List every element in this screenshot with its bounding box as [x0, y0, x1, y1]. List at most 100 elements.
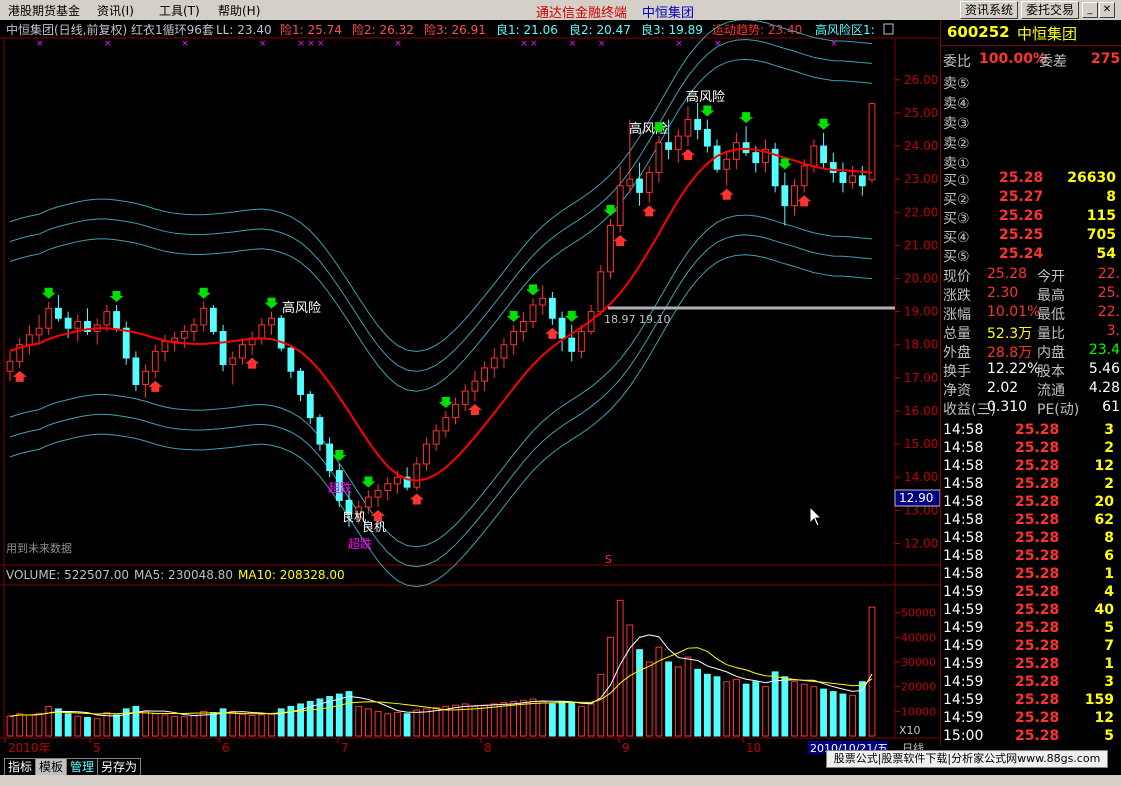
menu-item-tools[interactable]: 工具(T): [159, 2, 200, 19]
info-system-button[interactable]: 资讯系统: [960, 1, 1018, 19]
tick-row: 14:58 25.28 8: [941, 530, 1121, 549]
candle-body: [539, 297, 547, 306]
trade-order-button[interactable]: 委托交易: [1021, 1, 1079, 19]
volume-bar: [684, 656, 692, 737]
tick-price: 25.28: [1015, 620, 1060, 636]
volume-bar: [674, 666, 682, 737]
volume-bar: [209, 712, 217, 737]
stat-value: 4.28: [1088, 380, 1120, 396]
menu-item-info[interactable]: 资讯(I): [97, 2, 134, 19]
volume-bar: [694, 668, 702, 737]
tick-price: 25.28: [1015, 692, 1060, 708]
price-tick-label: 23.00: [904, 172, 938, 186]
price-tick-label: 22.00: [904, 205, 938, 219]
candle-body: [703, 128, 711, 147]
candle-body: [820, 145, 827, 164]
stat-value: 25.: [1097, 285, 1120, 301]
tab-save-as[interactable]: 另存为: [97, 758, 142, 776]
stat-value: 25.28: [987, 266, 1028, 282]
candle-body: [442, 417, 450, 432]
stat-value: 2.30: [987, 285, 1019, 301]
tick-time: 14:58: [943, 422, 984, 438]
tab-template[interactable]: 模板: [35, 758, 68, 776]
stat-row: 净资 2.02 流通 4.28: [941, 380, 1121, 399]
sell-label: 卖③: [943, 116, 970, 132]
kline-chart[interactable]: 中恒集团(日线,前复权) 红衣1循环96套 LL: 23.40 险1: 25.7…: [0, 20, 940, 766]
volume-bar: [839, 693, 847, 737]
volume-bar: [829, 691, 837, 737]
signal-x-mark: ×: [530, 39, 538, 49]
price-tick-label: 15.00: [904, 437, 938, 451]
tick-price: 25.28: [1015, 656, 1060, 672]
tick-row: 14:58 25.28 62: [941, 512, 1121, 531]
tick-row: 14:59 25.28 7: [941, 638, 1121, 657]
candle-body: [490, 357, 498, 369]
candle-body: [316, 417, 324, 445]
tick-volume: 1: [1104, 566, 1114, 582]
tick-price: 25.28: [1015, 548, 1060, 564]
candle-body: [732, 142, 740, 160]
volume-bar: [703, 673, 711, 737]
tab-manage[interactable]: 管理: [66, 758, 99, 776]
volume-bar: [578, 705, 585, 737]
weibi-label: 委比: [943, 54, 971, 70]
volume-bar: [132, 705, 140, 737]
candle-body: [171, 337, 179, 342]
tick-time: 14:58: [943, 566, 984, 582]
tick-price: 25.28: [1015, 602, 1060, 618]
candle-body: [364, 496, 372, 508]
volume-bar: [384, 713, 392, 737]
buy-price: 25.26: [999, 208, 1044, 224]
buy-label: 买③: [943, 211, 970, 227]
price-tick-label: 21.00: [904, 238, 938, 252]
stat-value: 22.: [1097, 304, 1120, 320]
stat-label: PE(动): [1037, 402, 1080, 418]
volume-bar: [800, 683, 808, 737]
volume-tick-label: 50000: [901, 607, 936, 620]
candle-body: [239, 344, 246, 359]
buy-order-row: 买⑤ 25.24 54: [941, 246, 1121, 265]
stat-value: 10.01%: [987, 304, 1041, 320]
tick-volume: 62: [1094, 512, 1114, 528]
candle-body: [548, 297, 556, 319]
volume-bar: [268, 713, 275, 737]
close-icon[interactable]: ✕: [1099, 2, 1115, 18]
menu-item-help[interactable]: 帮助(H): [218, 2, 260, 19]
candle-body: [55, 307, 62, 319]
tick-row: 15:00 25.28 5: [941, 728, 1121, 747]
tick-time: 14:58: [943, 476, 984, 492]
volume-bar: [345, 691, 353, 737]
volume-bar: [732, 678, 740, 737]
tick-time: 14:59: [943, 602, 984, 618]
tick-price: 25.28: [1015, 422, 1060, 438]
candle-body: [35, 327, 43, 336]
indicator-xian1: 险1: 25.74: [280, 22, 342, 37]
tick-time: 14:59: [943, 656, 984, 672]
app-title: 通达信金融终端: [536, 6, 628, 21]
candle-body: [752, 152, 760, 164]
level-label: 18.97 19.10: [604, 313, 670, 326]
stat-value: 61: [1102, 399, 1120, 415]
tick-volume: 159: [1084, 692, 1114, 708]
menu-item-hk-futures[interactable]: 港股期货基金: [8, 2, 80, 19]
volume-bar: [394, 712, 401, 737]
tick-price: 25.28: [1015, 566, 1060, 582]
stat-row: 收益(三) 0.310 PE(动) 61: [941, 399, 1121, 418]
volume-bar: [587, 703, 595, 737]
signal-x-mark: ×: [714, 39, 722, 49]
indicator-liang3: 良3: 19.89: [641, 22, 703, 37]
volume-bar: [64, 713, 72, 737]
stat-label: 流通: [1037, 383, 1065, 399]
tick-volume: 20: [1094, 494, 1114, 510]
promo-banner[interactable]: 股票公式|股票软件下载|分析家公式网www.88gs.com: [826, 750, 1108, 768]
tick-time: 14:58: [943, 440, 984, 456]
tick-row: 14:58 25.28 1: [941, 566, 1121, 585]
candle-body: [529, 304, 537, 323]
tab-indicators[interactable]: 指标: [4, 758, 37, 776]
buy-order-row: 买③ 25.26 115: [941, 208, 1121, 227]
tick-volume: 2: [1104, 440, 1114, 456]
sell-label: 卖⑤: [943, 76, 970, 92]
minimize-icon[interactable]: _: [1082, 2, 1098, 18]
indicator-liang1: 良1: 21.06: [496, 22, 558, 37]
volume-ma5: MA5: 230048.80: [134, 568, 233, 582]
